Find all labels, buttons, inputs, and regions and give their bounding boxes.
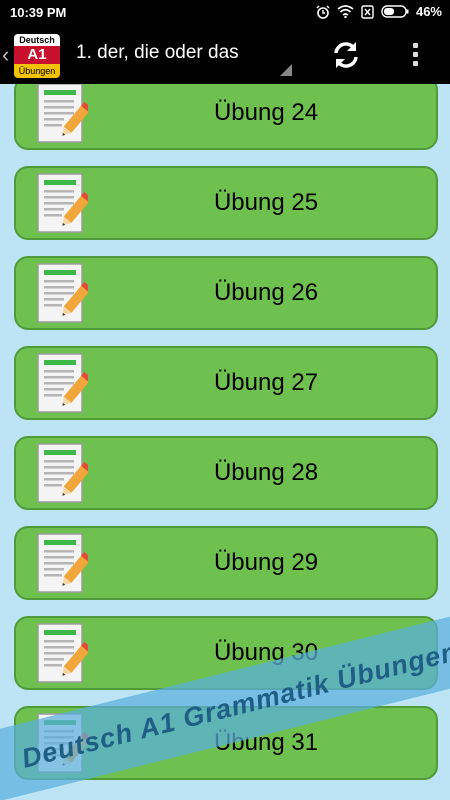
no-sim-icon bbox=[361, 4, 374, 19]
battery-icon bbox=[381, 5, 409, 18]
battery-percent: 46% bbox=[415, 4, 442, 19]
status-bar: 10:39 PM 46% bbox=[0, 0, 450, 26]
logo-line-2: A1 bbox=[14, 46, 60, 64]
list-item-label: Übung 29 bbox=[213, 549, 319, 576]
action-bar: ‹ Deutsch A1 Übungen 1. der, die oder da… bbox=[0, 26, 450, 84]
overflow-menu-icon[interactable] bbox=[403, 39, 427, 71]
exercise-document-icon bbox=[36, 84, 92, 144]
list-item-label: Übung 25 bbox=[213, 189, 319, 216]
status-icons: 46% bbox=[316, 4, 442, 19]
refresh-icon bbox=[334, 42, 358, 68]
back-chevron-icon[interactable]: ‹ bbox=[2, 40, 14, 70]
list-item[interactable]: Übung 29 bbox=[14, 526, 438, 600]
list-item[interactable]: Übung 24 bbox=[14, 84, 438, 150]
exercise-document-icon bbox=[36, 172, 92, 234]
exercise-document-icon bbox=[36, 352, 92, 414]
list-item[interactable]: Übung 28 bbox=[14, 436, 438, 510]
exercise-document-icon bbox=[36, 262, 92, 324]
logo-line-3: Übungen bbox=[14, 64, 60, 78]
list-item-label: Übung 28 bbox=[213, 459, 319, 486]
alarm-icon bbox=[316, 5, 330, 19]
logo-line-1: Deutsch bbox=[14, 34, 60, 46]
exercise-document-icon bbox=[36, 532, 92, 594]
page-title[interactable]: 1. der, die oder das bbox=[76, 42, 239, 64]
exercise-document-icon bbox=[36, 442, 92, 504]
list-item[interactable]: Übung 27 bbox=[14, 346, 438, 420]
list-item-label: Übung 26 bbox=[213, 279, 319, 306]
list-item[interactable]: Übung 26 bbox=[14, 256, 438, 330]
list-item[interactable]: Übung 25 bbox=[14, 166, 438, 240]
exercise-list: Übung 24 Übung 25 Übung 26 Übung 27 Übung 28… bbox=[0, 84, 450, 800]
wifi-icon bbox=[337, 5, 354, 18]
list-item-label: Übung 24 bbox=[213, 99, 319, 126]
list-item-label: Übung 27 bbox=[213, 369, 319, 396]
app-logo[interactable]: Deutsch A1 Übungen bbox=[14, 34, 60, 78]
status-time: 10:39 PM bbox=[10, 5, 67, 20]
exercise-document-icon bbox=[36, 622, 92, 684]
dropdown-triangle-icon[interactable] bbox=[280, 64, 292, 76]
refresh-button[interactable] bbox=[328, 37, 364, 73]
